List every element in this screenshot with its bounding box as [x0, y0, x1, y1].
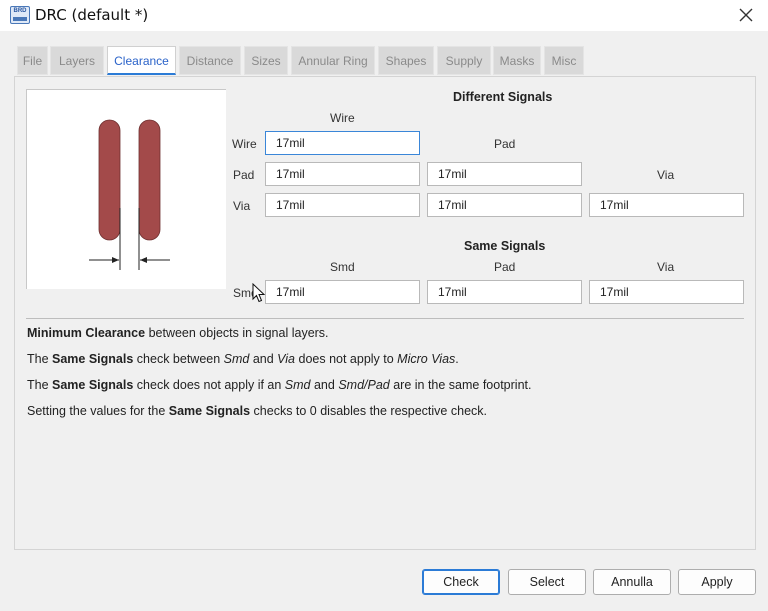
board-app-icon: BRD: [10, 6, 30, 24]
via-via-clearance-input[interactable]: [589, 193, 744, 217]
different-signals-heading: Different Signals: [453, 90, 553, 104]
apply-button[interactable]: Apply: [678, 569, 756, 595]
check-button[interactable]: Check: [422, 569, 500, 595]
app-icon-text: BRD: [13, 8, 27, 14]
close-icon: [739, 8, 753, 22]
clearance-preview: [26, 89, 226, 289]
window-title: DRC (default *): [35, 6, 149, 24]
tab-clearance[interactable]: Clearance: [107, 46, 176, 75]
row-label-pad: Pad: [233, 168, 255, 182]
section-divider: [26, 318, 744, 319]
col-label-via: Via: [657, 168, 675, 182]
col-label-smd: Smd: [330, 260, 355, 274]
col-label-same-pad: Pad: [494, 260, 516, 274]
smd-smd-clearance-input[interactable]: [265, 280, 420, 304]
tab-misc[interactable]: Misc: [544, 46, 584, 75]
tab-shapes[interactable]: Shapes: [378, 46, 434, 75]
via-wire-clearance-input[interactable]: [265, 193, 420, 217]
pad-pad-clearance-input[interactable]: [427, 162, 582, 186]
pad-wire-clearance-input[interactable]: [265, 162, 420, 186]
col-label-pad: Pad: [494, 137, 516, 151]
description-line-4: Setting the values for the Same Signals …: [27, 404, 487, 418]
mouse-pointer-icon: [252, 283, 266, 303]
wire-wire-clearance-input[interactable]: [265, 131, 420, 155]
row-label-via: Via: [233, 199, 251, 213]
tab-layers[interactable]: Layers: [50, 46, 104, 75]
description-line-3: The Same Signals check does not apply if…: [27, 378, 532, 392]
cancel-button[interactable]: Annulla: [593, 569, 671, 595]
tab-supply[interactable]: Supply: [437, 46, 491, 75]
description-line-2: The Same Signals check between Smd and V…: [27, 352, 459, 366]
select-button[interactable]: Select: [508, 569, 586, 595]
tab-masks[interactable]: Masks: [493, 46, 541, 75]
title-bar: BRD DRC (default *): [0, 0, 768, 31]
col-label-wire: Wire: [330, 111, 355, 125]
row-label-wire: Wire: [232, 137, 257, 151]
description-line-1: Minimum Clearance between objects in sig…: [27, 326, 329, 340]
smd-via-clearance-input[interactable]: [589, 280, 744, 304]
tab-file[interactable]: File: [17, 46, 48, 75]
tab-sizes[interactable]: Sizes: [244, 46, 288, 75]
tab-distance[interactable]: Distance: [179, 46, 241, 75]
via-pad-clearance-input[interactable]: [427, 193, 582, 217]
same-signals-heading: Same Signals: [464, 239, 546, 253]
smd-pad-clearance-input[interactable]: [427, 280, 582, 304]
clearance-diagram: [89, 119, 170, 270]
col-label-same-via: Via: [657, 260, 675, 274]
close-button[interactable]: [732, 1, 760, 29]
tab-annular-ring[interactable]: Annular Ring: [291, 46, 375, 75]
